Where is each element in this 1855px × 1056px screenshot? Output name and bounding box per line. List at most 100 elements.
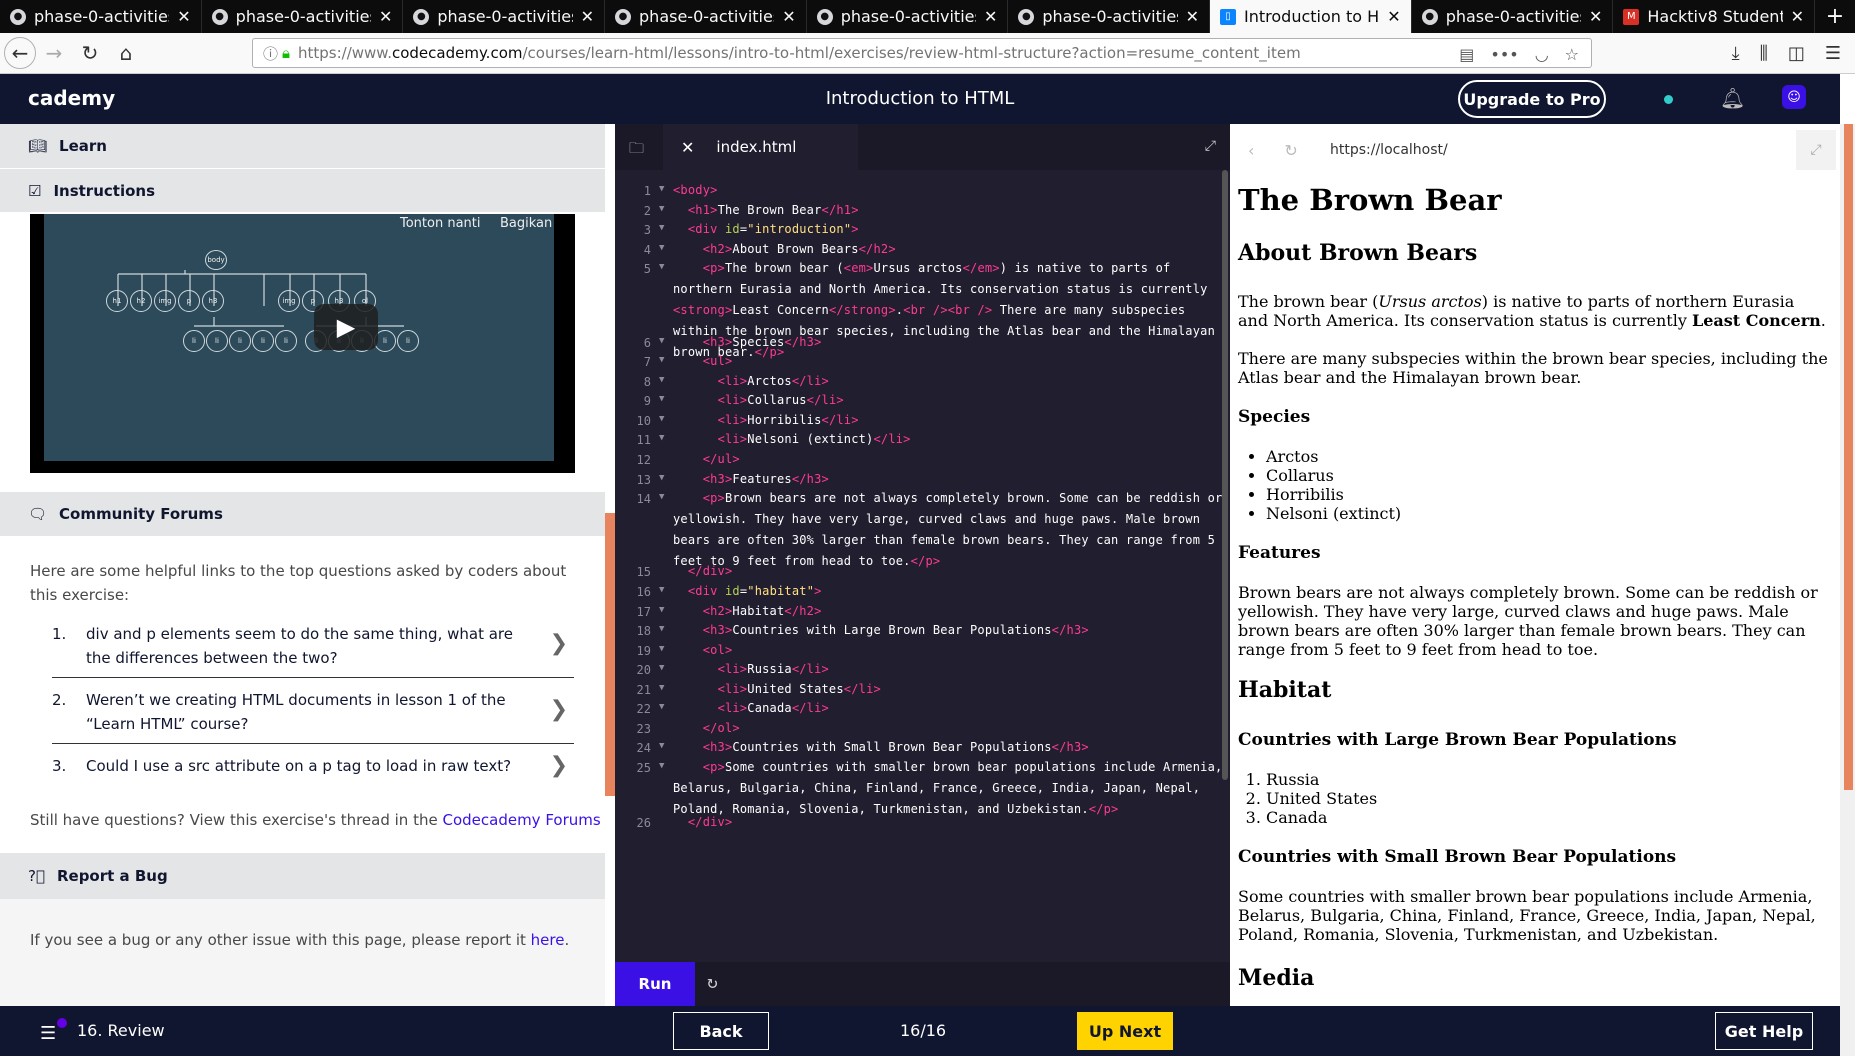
- fold-arrow-icon[interactable]: ▼: [659, 262, 664, 272]
- question-text[interactable]: Weren’t we creating HTML documents in le…: [86, 688, 536, 736]
- preview-refresh-icon[interactable]: ↻: [1284, 141, 1297, 160]
- question-text[interactable]: div and p elements seem to do the same t…: [86, 622, 536, 670]
- fold-arrow-icon[interactable]: ▼: [659, 414, 664, 424]
- fold-arrow-icon[interactable]: ▼: [659, 683, 664, 693]
- folder-icon[interactable]: 🗀: [629, 138, 644, 163]
- close-tab-icon[interactable]: ✕: [581, 7, 594, 26]
- p1-em: Ursus arctos: [1378, 292, 1482, 311]
- fold-arrow-icon[interactable]: ▼: [659, 223, 664, 233]
- video-player[interactable]: Tonton nanti Bagikan body h1 h2 img p h3…: [30, 214, 575, 473]
- file-tab[interactable]: ✕ index.html: [663, 124, 858, 170]
- back-arrow-icon[interactable]: ←: [4, 37, 36, 69]
- line-number: 20: [636, 663, 651, 677]
- learn-section-header[interactable]: 📖︎ Learn: [0, 124, 605, 168]
- fold-arrow-icon[interactable]: ▼: [659, 702, 664, 712]
- forum-question[interactable]: 3. Could I use a src attribute on a p tag…: [52, 754, 574, 810]
- info-icon[interactable]: ⓘ: [263, 43, 278, 64]
- browser-tab-active[interactable]: ▯ Introduction to HTM ✕: [1210, 0, 1412, 33]
- fold-arrow-icon[interactable]: ▼: [659, 355, 664, 365]
- browser-tab[interactable]: ● phase-0-activities/in ✕: [1008, 0, 1211, 33]
- download-icon[interactable]: ⤓: [1732, 43, 1740, 64]
- bookmark-star-icon[interactable]: ☆: [1565, 45, 1579, 64]
- forum-question[interactable]: 2. Weren’t we creating HTML documents in …: [52, 688, 574, 744]
- library-icon[interactable]: ⫼: [1760, 43, 1768, 64]
- run-button[interactable]: Run: [615, 962, 695, 1006]
- forums-link[interactable]: Codecademy Forums: [442, 811, 600, 829]
- code-editor[interactable]: 🗀 ✕ index.html ⤢ 1 ▼ <body> 2 ▼ <h1>The Brow…: [615, 124, 1230, 1006]
- url-bar[interactable]: ⓘ 🔒︎ https://www. codecademy.com/courses/…: [252, 38, 1592, 68]
- fold-arrow-icon[interactable]: ▼: [659, 204, 664, 214]
- forward-arrow-icon[interactable]: →: [36, 35, 72, 71]
- close-tab-icon[interactable]: ✕: [1589, 7, 1602, 26]
- menu-icon[interactable]: ☰: [40, 1023, 56, 1044]
- browser-tab[interactable]: ● phase-0-activities/an ✕: [403, 0, 606, 33]
- close-tab-icon[interactable]: ✕: [782, 7, 795, 26]
- question-text[interactable]: Could I use a src attribute on a p tag t…: [86, 754, 536, 778]
- get-help-button[interactable]: Get Help: [1715, 1012, 1813, 1050]
- close-tab-icon[interactable]: ✕: [177, 7, 190, 26]
- close-tab-icon[interactable]: ✕: [984, 7, 997, 26]
- home-icon[interactable]: ⌂: [108, 35, 144, 71]
- reader-view-icon[interactable]: ▤: [1459, 45, 1474, 64]
- up-next-button[interactable]: Up Next: [1077, 1012, 1173, 1050]
- list-item: United States: [1266, 789, 1828, 808]
- fold-arrow-icon[interactable]: ▼: [659, 184, 664, 194]
- fold-arrow-icon[interactable]: ▼: [659, 585, 664, 595]
- instructions-section-header[interactable]: ☑ Instructions: [0, 168, 605, 212]
- forum-question[interactable]: 1. div and p elements seem to do the same…: [52, 622, 574, 678]
- fold-arrow-icon[interactable]: ▼: [659, 644, 664, 654]
- scrollbar-thumb[interactable]: [1844, 124, 1853, 790]
- fold-arrow-icon[interactable]: ▼: [659, 473, 664, 483]
- upgrade-button[interactable]: Upgrade to Pro: [1458, 80, 1606, 118]
- close-tab-icon[interactable]: ✕: [379, 7, 392, 26]
- fold-arrow-icon[interactable]: ▼: [659, 243, 664, 253]
- chevron-right-icon[interactable]: ❯: [550, 632, 568, 656]
- fold-arrow-icon[interactable]: ▼: [659, 375, 664, 385]
- report-here-link[interactable]: here: [531, 931, 565, 949]
- lesson-label[interactable]: 16. Review: [77, 1021, 165, 1040]
- fold-arrow-icon[interactable]: ▼: [659, 605, 664, 615]
- code-area[interactable]: 1 ▼ <body> 2 ▼ <h1>The Brown Bear</h1> 3 ▼ <…: [615, 184, 1230, 954]
- fold-arrow-icon[interactable]: ▼: [659, 663, 664, 673]
- play-icon[interactable]: ▶: [314, 304, 378, 350]
- fold-arrow-icon[interactable]: ▼: [659, 394, 664, 404]
- close-tab-icon[interactable]: ✕: [1791, 7, 1804, 26]
- browser-tab[interactable]: ● phase-0-activities/ht ✕: [807, 0, 1009, 33]
- browser-tab[interactable]: M Hacktiv8 Students o ✕: [1613, 0, 1816, 33]
- back-button[interactable]: Back: [673, 1012, 769, 1050]
- forum-icon: 🗨︎: [28, 505, 48, 523]
- sidebar-icon[interactable]: ◫: [1788, 43, 1805, 64]
- avatar[interactable]: ☺: [1782, 85, 1806, 109]
- bell-icon[interactable]: 🔔︎: [1720, 86, 1745, 110]
- close-tab-icon[interactable]: ✕: [1186, 7, 1199, 26]
- fold-arrow-icon[interactable]: ▼: [659, 492, 664, 502]
- checkbox-icon: ☑: [28, 181, 42, 200]
- fold-arrow-icon[interactable]: ▼: [659, 433, 664, 443]
- community-forums-header[interactable]: 🗨︎ Community Forums: [0, 492, 605, 536]
- fold-arrow-icon[interactable]: ▼: [659, 624, 664, 634]
- chevron-right-icon[interactable]: ❯: [550, 754, 568, 778]
- close-file-icon[interactable]: ✕: [681, 138, 694, 157]
- chevron-right-icon[interactable]: ❯: [550, 698, 568, 722]
- page-actions-icon[interactable]: •••: [1490, 45, 1518, 64]
- fold-arrow-icon[interactable]: ▼: [659, 741, 664, 751]
- fold-arrow-icon[interactable]: ▼: [659, 761, 664, 771]
- browser-tab[interactable]: ● phase-0-activities/RE ✕: [0, 0, 202, 33]
- refresh-icon[interactable]: ↻: [707, 972, 718, 993]
- close-tab-icon[interactable]: ✕: [1387, 7, 1400, 26]
- browser-tab[interactable]: ● phase-0-activities/an ✕: [202, 0, 404, 33]
- preview-expand-icon[interactable]: ⤢: [1796, 130, 1836, 170]
- tab-title: Hacktiv8 Students o: [1647, 7, 1782, 26]
- expand-icon[interactable]: ⤢: [1205, 138, 1216, 154]
- fold-arrow-icon[interactable]: ▼: [659, 336, 664, 346]
- page-scrollbar[interactable]: [1840, 124, 1855, 1056]
- report-bug-header[interactable]: ?⃝ Report a Bug: [0, 853, 605, 899]
- pocket-icon[interactable]: ◡: [1535, 45, 1549, 64]
- browser-tab[interactable]: ● phase-0-activities/an ✕: [1412, 0, 1614, 33]
- reload-icon[interactable]: ↻: [72, 35, 108, 71]
- preview-back-icon[interactable]: ‹: [1248, 141, 1254, 160]
- browser-tab[interactable]: ● phase-0-activities/ht ✕: [605, 0, 807, 33]
- line-number: 8: [643, 375, 651, 389]
- menu-icon[interactable]: ☰: [1825, 43, 1841, 64]
- new-tab-button[interactable]: +: [1815, 0, 1855, 33]
